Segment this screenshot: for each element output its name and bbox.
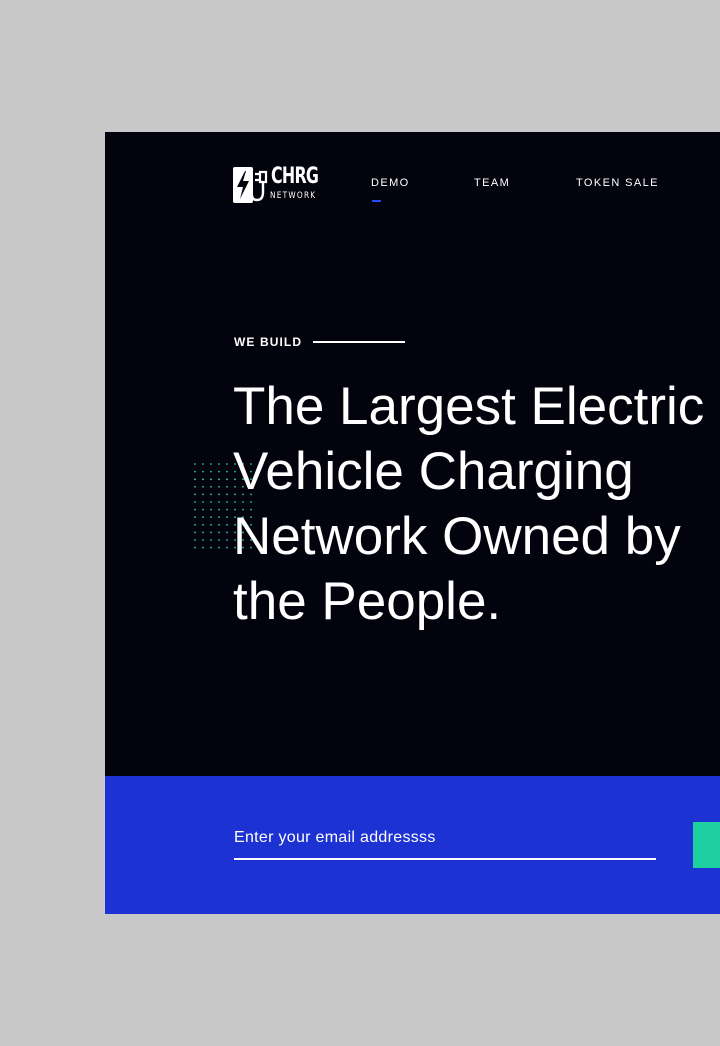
grid-dot [202, 516, 204, 519]
grid-dot [202, 478, 204, 481]
grid-dot [218, 539, 220, 541]
hero-section: CHRG NETWORK DEMO TEAM TOKEN SALE WE BUI… [105, 132, 720, 776]
grid-dot [202, 539, 204, 541]
grid-dot [202, 493, 204, 496]
grid-dot [218, 493, 220, 496]
plug-lightning-icon [233, 167, 268, 203]
grid-dot [226, 539, 228, 541]
grid-dot [194, 523, 196, 526]
grid-dot [226, 516, 228, 519]
brand-subtitle: NETWORK [270, 191, 317, 201]
grid-dot [202, 463, 204, 465]
grid-dot [226, 523, 228, 526]
hero-headline: The Largest Electric Vehicle Charging Ne… [233, 374, 720, 634]
grid-dot [194, 546, 196, 549]
eyebrow-divider [313, 341, 405, 343]
grid-dot [194, 508, 196, 511]
grid-dot [194, 478, 196, 481]
headline-line: The Largest Electric [233, 377, 705, 436]
grid-dot [210, 539, 212, 541]
grid-dot [226, 546, 228, 549]
grid-dot [218, 463, 220, 465]
grid-dot [210, 531, 212, 534]
grid-dot [202, 470, 204, 473]
grid-dot [226, 501, 228, 503]
grid-dot [194, 531, 196, 534]
grid-dot [218, 523, 220, 526]
grid-dot [218, 501, 220, 503]
headline-line: Network Owned by [233, 507, 681, 566]
grid-dot [226, 463, 228, 465]
nav-item-token-sale[interactable]: TOKEN SALE [576, 177, 659, 189]
grid-dot [202, 508, 204, 511]
brand-logo[interactable]: CHRG NETWORK [233, 165, 325, 205]
website-mockup: CHRG NETWORK DEMO TEAM TOKEN SALE WE BUI… [105, 132, 720, 914]
grid-dot [226, 478, 228, 481]
grid-dot [210, 546, 212, 549]
grid-dot [210, 508, 212, 511]
headline-line: the People. [233, 572, 502, 631]
grid-dot [194, 463, 196, 465]
grid-dot [210, 478, 212, 481]
grid-dot [226, 508, 228, 511]
grid-dot [194, 539, 196, 541]
submit-button[interactable] [693, 822, 720, 868]
headline-line: Vehicle Charging [233, 442, 634, 501]
grid-dot [218, 531, 220, 534]
grid-dot [226, 493, 228, 496]
email-input[interactable] [234, 824, 656, 860]
grid-dot [210, 485, 212, 488]
grid-dot [202, 523, 204, 526]
grid-dot [194, 470, 196, 473]
page-canvas: CHRG NETWORK DEMO TEAM TOKEN SALE WE BUI… [0, 0, 720, 1046]
grid-dot [226, 531, 228, 534]
grid-dot [218, 470, 220, 473]
grid-dot [202, 546, 204, 549]
brand-name: CHRG [271, 164, 319, 189]
grid-dot [226, 485, 228, 488]
grid-dot [210, 501, 212, 503]
grid-dot [194, 501, 196, 503]
grid-dot [202, 501, 204, 503]
grid-dot [218, 478, 220, 481]
nav-item-team[interactable]: TEAM [474, 177, 510, 189]
grid-dot [210, 493, 212, 496]
grid-dot [226, 470, 228, 473]
signup-bar [105, 776, 720, 914]
nav-item-demo[interactable]: DEMO [371, 177, 410, 189]
grid-dot [210, 463, 212, 465]
grid-dot [202, 531, 204, 534]
grid-dot [194, 516, 196, 519]
grid-dot [218, 508, 220, 511]
grid-dot [218, 516, 220, 519]
grid-dot [218, 546, 220, 549]
grid-dot [210, 516, 212, 519]
grid-dot [194, 485, 196, 488]
grid-dot [202, 485, 204, 488]
grid-dot [218, 485, 220, 488]
nav-active-indicator [372, 200, 381, 202]
grid-dot [210, 523, 212, 526]
grid-dot [194, 493, 196, 496]
grid-dot [210, 470, 212, 473]
eyebrow-label: WE BUILD [234, 335, 303, 349]
